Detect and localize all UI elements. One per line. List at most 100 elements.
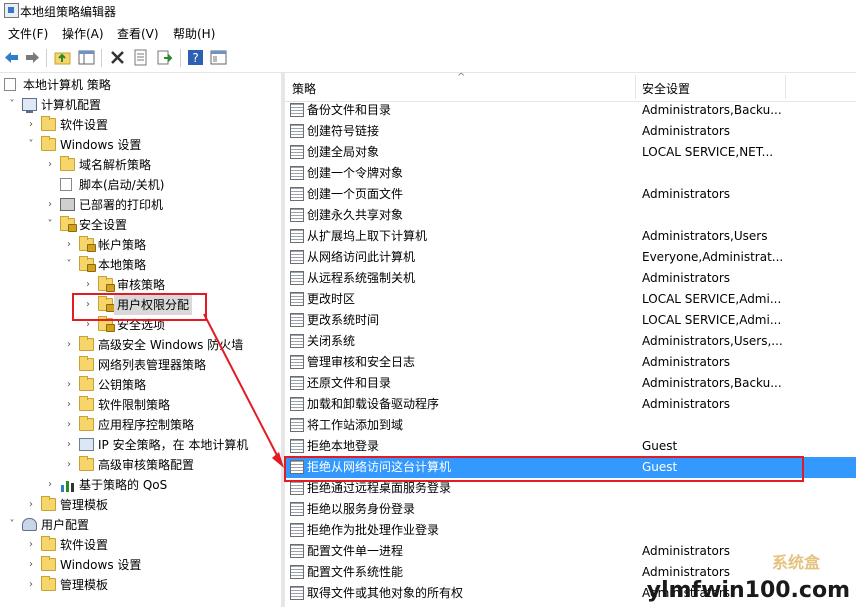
expand-chevron-icon[interactable]: ›: [63, 435, 75, 455]
policy-row[interactable]: 创建一个页面文件 Administrators: [285, 184, 856, 205]
svg-text:?: ?: [192, 51, 198, 65]
expand-chevron-icon[interactable]: ›: [63, 235, 75, 255]
tree-windows-settings[interactable]: ˅ Windows 设置: [0, 135, 281, 155]
policy-row[interactable]: 创建一个令牌对象: [285, 163, 856, 184]
tree-user-config[interactable]: ˅ 用户配置: [0, 515, 281, 535]
folder-icon: [41, 136, 56, 151]
policy-row[interactable]: 拒绝作为批处理作业登录: [285, 520, 856, 541]
expand-chevron-icon[interactable]: ›: [25, 555, 37, 575]
tree-root-local-policy[interactable]: 本地计算机 策略: [0, 75, 281, 95]
tree-user-windows-settings[interactable]: › Windows 设置: [0, 555, 281, 575]
expand-chevron-icon[interactable]: ›: [44, 155, 56, 175]
tree-computer-config[interactable]: ˅ 计算机配置: [0, 95, 281, 115]
tree-account-policies[interactable]: › 帐户策略: [0, 235, 281, 255]
up-folder-icon[interactable]: [54, 49, 71, 66]
tree-ip-security[interactable]: › IP 安全策略，在 本地计算机: [0, 435, 281, 455]
policy-icon: [290, 397, 304, 411]
policy-row[interactable]: 创建全局对象 LOCAL SERVICE,NET...: [285, 142, 856, 163]
tree-qos[interactable]: › 基于策略的 QoS: [0, 475, 281, 495]
expand-chevron-icon[interactable]: ›: [25, 575, 37, 595]
tree-user-admin-templates[interactable]: › 管理模板: [0, 575, 281, 595]
expand-chevron-icon[interactable]: ›: [25, 535, 37, 555]
policy-row[interactable]: 配置文件单一进程 Administrators: [285, 541, 856, 562]
menu-file[interactable]: 文件(F): [8, 25, 48, 42]
tree-public-key[interactable]: › 公钥策略: [0, 375, 281, 395]
policy-row[interactable]: 还原文件和目录 Administrators,Backu...: [285, 373, 856, 394]
expand-chevron-icon[interactable]: ›: [82, 275, 94, 295]
expand-chevron-icon[interactable]: ›: [63, 395, 75, 415]
column-divider[interactable]: [635, 75, 636, 99]
tree-software-restriction[interactable]: › 软件限制策略: [0, 395, 281, 415]
tree-advanced-audit[interactable]: › 高级审核策略配置: [0, 455, 281, 475]
tree-firewall[interactable]: › 高级安全 Windows 防火墙: [0, 335, 281, 355]
policy-row[interactable]: 创建永久共享对象: [285, 205, 856, 226]
expand-chevron-icon[interactable]: ›: [44, 475, 56, 495]
expand-chevron-icon[interactable]: ›: [63, 415, 75, 435]
tree-network-list[interactable]: 网络列表管理器策略: [0, 355, 281, 375]
title-bar: 本地组策略编辑器: [0, 0, 856, 22]
back-icon[interactable]: [3, 49, 20, 66]
column-divider[interactable]: [785, 75, 786, 99]
policy-row[interactable]: 从远程系统强制关机 Administrators: [285, 268, 856, 289]
menu-view[interactable]: 查看(V): [117, 25, 159, 42]
policy-row[interactable]: 关闭系统 Administrators,Users,...: [285, 331, 856, 352]
policy-row[interactable]: 从扩展坞上取下计算机 Administrators,Users: [285, 226, 856, 247]
policy-name: 拒绝以服务身份登录: [307, 502, 416, 516]
expand-chevron-icon[interactable]: ›: [63, 335, 75, 355]
policy-row[interactable]: 将工作站添加到域: [285, 415, 856, 436]
policy-setting: Administrators,Backu...: [642, 376, 782, 390]
tree-user-software-settings[interactable]: › 软件设置: [0, 535, 281, 555]
policy-row[interactable]: 管理审核和安全日志 Administrators: [285, 352, 856, 373]
collapse-chevron-icon[interactable]: ˅: [25, 135, 37, 155]
policy-icon: [290, 334, 304, 348]
tree-name-resolution[interactable]: › 域名解析策略: [0, 155, 281, 175]
collapse-chevron-icon[interactable]: ˅: [6, 515, 18, 535]
view-icon[interactable]: [210, 49, 227, 66]
tree-printers[interactable]: › 已部署的打印机: [0, 195, 281, 215]
document-icon: [4, 78, 16, 91]
show-hide-tree-icon[interactable]: [78, 49, 95, 66]
annotation-box-row: [284, 456, 804, 482]
help-icon[interactable]: ?: [187, 49, 204, 66]
tree-local-policies[interactable]: ˅ 本地策略: [0, 255, 281, 275]
menu-help[interactable]: 帮助(H): [173, 25, 215, 42]
column-header-setting[interactable]: 安全设置: [642, 80, 690, 97]
policy-icon: [290, 355, 304, 369]
policy-row[interactable]: 更改系统时间 LOCAL SERVICE,Admi...: [285, 310, 856, 331]
properties-icon[interactable]: [132, 49, 149, 66]
tree-security-settings[interactable]: ˅ 安全设置: [0, 215, 281, 235]
tree-node-label: 管理模板: [60, 498, 109, 512]
policy-row[interactable]: 更改时区 LOCAL SERVICE,Admi...: [285, 289, 856, 310]
folder-icon: [41, 556, 56, 571]
policy-row[interactable]: 备份文件和目录 Administrators,Backu...: [285, 100, 856, 121]
policy-name: 拒绝本地登录: [307, 439, 380, 453]
policy-row[interactable]: 拒绝以服务身份登录: [285, 499, 856, 520]
tree-audit-policy[interactable]: › 审核策略: [0, 275, 281, 295]
expand-chevron-icon[interactable]: ›: [44, 195, 56, 215]
menu-action[interactable]: 操作(A): [62, 25, 104, 42]
folder-icon: [79, 376, 94, 391]
policy-icon: [290, 250, 304, 264]
column-header-policy[interactable]: 策略: [292, 80, 316, 97]
tree-scripts[interactable]: 脚本(启动/关机): [0, 175, 281, 195]
expand-chevron-icon[interactable]: ›: [63, 375, 75, 395]
collapse-chevron-icon[interactable]: ˅: [6, 95, 18, 115]
tree-admin-templates[interactable]: › 管理模板: [0, 495, 281, 515]
policy-row[interactable]: 创建符号链接 Administrators: [285, 121, 856, 142]
secure-folder-icon: [79, 236, 96, 252]
policy-icon: [290, 229, 304, 243]
tree-software-settings[interactable]: › 软件设置: [0, 115, 281, 135]
expand-chevron-icon[interactable]: ›: [63, 455, 75, 475]
policy-row[interactable]: 加载和卸载设备驱动程序 Administrators: [285, 394, 856, 415]
policy-row[interactable]: 从网络访问此计算机 Everyone,Administrat...: [285, 247, 856, 268]
expand-chevron-icon[interactable]: ›: [25, 115, 37, 135]
expand-chevron-icon[interactable]: ›: [25, 495, 37, 515]
delete-icon[interactable]: [109, 49, 126, 66]
toolbar-separator: [101, 49, 102, 67]
tree-app-control[interactable]: › 应用程序控制策略: [0, 415, 281, 435]
export-icon[interactable]: [156, 49, 173, 66]
collapse-chevron-icon[interactable]: ˅: [44, 215, 56, 235]
collapse-chevron-icon[interactable]: ˅: [63, 255, 75, 275]
forward-icon[interactable]: [24, 49, 41, 66]
policy-row[interactable]: 拒绝本地登录 Guest: [285, 436, 856, 457]
